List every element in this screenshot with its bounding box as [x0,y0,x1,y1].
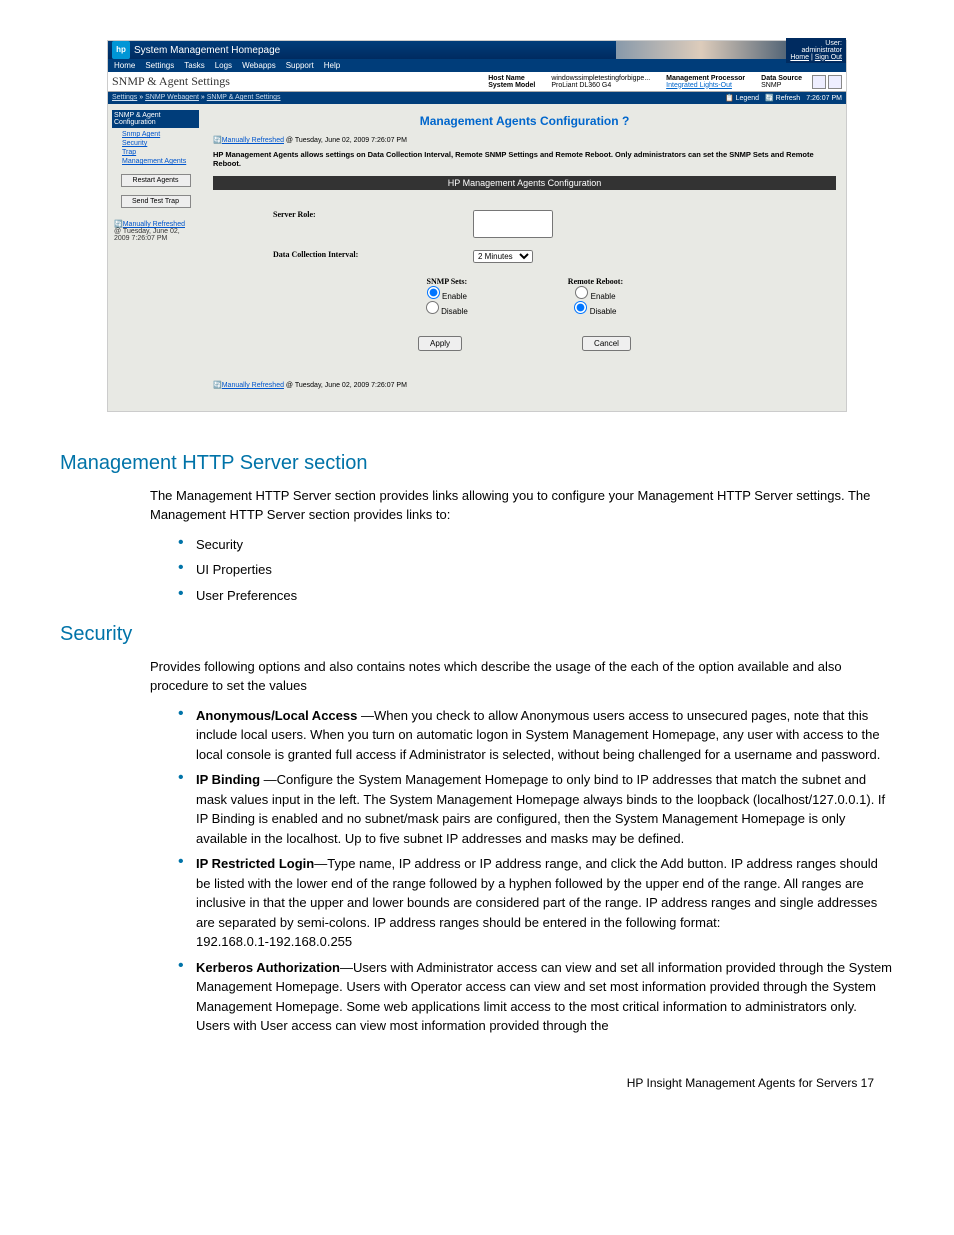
menu-tasks[interactable]: Tasks [184,61,204,70]
menu-support[interactable]: Support [286,61,314,70]
view-icon-1[interactable] [812,75,826,89]
data-interval-select[interactable]: 2 Minutes [473,250,533,263]
heading-security: Security [60,623,894,646]
main-description: HP Management Agents allows settings on … [213,146,836,176]
paragraph-security: Provides following options and also cont… [150,658,894,696]
crumb-snmp[interactable]: SNMP Webagent [145,94,199,101]
restart-agents-button[interactable]: Restart Agents [121,174,191,187]
user-info: User: administrator Home | Sign Out [786,38,846,63]
heading-http-server: Management HTTP Server section [60,452,894,475]
legend-link[interactable]: 📋 Legend [725,94,759,102]
list-item: User Preferences [178,586,894,606]
app-screenshot: hp System Management Homepage User: admi… [107,40,847,412]
sidebar-refresh-link[interactable]: Manually Refreshed [123,221,185,228]
reboot-disable-radio[interactable]: Disable [574,307,616,316]
data-interval-label: Data Collection Interval: [273,250,473,263]
snmp-enable-radio[interactable]: Enable [427,292,467,301]
sidebar-item-snmp[interactable]: Snmp Agent [112,130,199,139]
breadcrumb: Settings » SNMP Webagent » SNMP & Agent … [112,94,281,102]
view-icon-2[interactable] [828,75,842,89]
list-item: IP Binding —Configure the System Managem… [178,770,894,848]
refresh-link-top[interactable]: Manually Refreshed [222,137,284,144]
hostname-label: Host Name [488,75,535,82]
menu-logs[interactable]: Logs [215,61,232,70]
crumb-time: 7:26:07 PM [806,95,842,102]
menubar: Home Settings Tasks Logs Webapps Support… [108,59,846,72]
snmp-disable-radio[interactable]: Disable [426,307,468,316]
info-row: SNMP & Agent Settings Host Name System M… [108,72,846,92]
remote-reboot-group: Remote Reboot: Enable Disable [568,277,623,316]
remote-reboot-label: Remote Reboot: [568,277,623,286]
sysmodel-label: System Model [488,82,535,89]
snmp-sets-group: SNMP Sets: Enable Disable [426,277,468,316]
sidebar-item-agents[interactable]: Management Agents [112,157,199,166]
menu-home[interactable]: Home [114,61,135,70]
sidebar-timestamp: 🔄Manually Refreshed @ Tuesday, June 02, … [112,216,199,246]
menu-webapps[interactable]: Webapps [242,61,276,70]
crumb-settings[interactable]: Settings [112,94,137,101]
config-form: Server Role: Data Collection Interval: 2… [213,190,836,379]
hp-logo-icon: hp [112,41,130,59]
section-title: SNMP & Agent Settings [112,74,230,89]
menu-help[interactable]: Help [324,61,340,70]
app-title: System Management Homepage [134,45,280,56]
list-item: UI Properties [178,560,894,580]
home-link[interactable]: Home [790,54,809,61]
signout-link[interactable]: Sign Out [815,54,842,61]
snmp-sets-label: SNMP Sets: [427,277,468,286]
list-item: Kerberos Authorization—Users with Admini… [178,958,894,1036]
refresh-link-bottom[interactable]: Manually Refreshed [222,382,284,389]
main-panel: Management Agents Configuration ? 🔄Manua… [203,104,846,411]
list-item: Anonymous/Local Access —When you check t… [178,706,894,765]
sidebar-item-security[interactable]: Security [112,139,199,148]
refresh-line-bottom: 🔄Manually Refreshed @ Tuesday, June 02, … [213,379,836,391]
datasrc-label: Data Source [761,75,802,82]
sidebar: SNMP & Agent Configuration Snmp Agent Se… [108,104,203,411]
mgmtproc-col: Management Processor Integrated Lights-O… [658,75,753,89]
mgmtproc-label: Management Processor [666,75,745,82]
list-item: Security [178,535,894,555]
hostname-vals: windowssimpletestingforbigpe... ProLiant… [543,75,658,89]
list-security: Anonymous/Local Access —When you check t… [178,706,894,1036]
paragraph-http: The Management HTTP Server section provi… [150,487,894,525]
server-role-input[interactable] [473,210,553,238]
help-icon[interactable]: ? [622,114,629,128]
apply-button[interactable]: Apply [418,336,462,351]
menu-settings[interactable]: Settings [145,61,174,70]
user-label: User: [825,40,842,47]
server-role-label: Server Role: [273,210,473,240]
refresh-link[interactable]: 🔄 Refresh [765,94,800,102]
breadcrumb-row: Settings » SNMP Webagent » SNMP & Agent … [108,92,846,104]
sysmodel-value: ProLiant DL360 G4 [551,82,611,89]
titlebar: hp System Management Homepage User: admi… [108,41,846,59]
hostname-col: Host Name System Model [480,75,543,89]
datasrc-value: SNMP [761,82,781,89]
datasrc-col: Data Source SNMP [753,75,810,89]
send-test-trap-button[interactable]: Send Test Trap [121,195,191,208]
mgmtproc-link[interactable]: Integrated Lights-Out [666,82,732,89]
main-title: Management Agents Configuration ? [213,108,836,134]
sidebar-item-trap[interactable]: Trap [112,148,199,157]
cancel-button[interactable]: Cancel [582,336,631,351]
user-name: administrator [802,47,842,54]
banner-image [616,41,786,59]
sidebar-ts-text: @ Tuesday, June 02, 2009 7:26:07 PM [114,228,180,242]
list-http: Security UI Properties User Preferences [178,535,894,606]
config-header-bar: HP Management Agents Configuration [213,176,836,190]
refresh-ts-top: @ Tuesday, June 02, 2009 7:26:07 PM [284,137,407,144]
document-body: Management HTTP Server section The Manag… [60,452,894,1100]
refresh-line-top: 🔄Manually Refreshed @ Tuesday, June 02, … [213,134,836,146]
page-footer: HP Insight Management Agents for Servers… [60,1046,894,1100]
crumb-agent[interactable]: SNMP & Agent Settings [207,94,281,101]
hostname-value: windowssimpletestingforbigpe... [551,75,650,82]
list-item: IP Restricted Login—Type name, IP addres… [178,854,894,952]
reboot-enable-radio[interactable]: Enable [575,292,615,301]
refresh-ts-bottom: @ Tuesday, June 02, 2009 7:26:07 PM [284,382,407,389]
sidebar-header: SNMP & Agent Configuration [112,110,199,128]
